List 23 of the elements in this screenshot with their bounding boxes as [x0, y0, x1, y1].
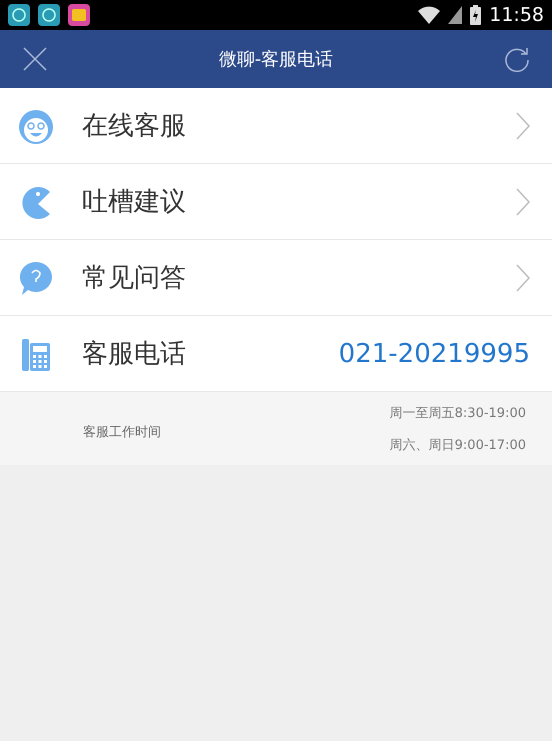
battery-icon [470, 5, 482, 25]
menu-item[interactable]: 在线客服 [0, 88, 552, 164]
item-label: 吐槽建议 [82, 186, 187, 219]
app-icon [8, 4, 30, 26]
menu-item[interactable]: 常见问答 [0, 240, 552, 316]
hours-text: 周一至周五8:30-19:00 [390, 404, 526, 422]
hours-text: 周六、周日9:00-17:00 [390, 436, 526, 454]
chevron-icon [516, 264, 530, 292]
clock: 11:58 [489, 4, 544, 26]
item-label: 常见问答 [82, 262, 187, 295]
hours-label: 客服工作时间 [83, 424, 162, 440]
item-label: 在线客服 [82, 110, 187, 143]
wifi-icon [418, 6, 440, 24]
menu-item[interactable]: 客服电话 021-20219995 [0, 316, 552, 392]
app-icon [68, 4, 90, 26]
signal-icon [448, 6, 462, 24]
menu-item[interactable]: 吐槽建议 [0, 164, 552, 240]
window-title: 微聊-客服电话 [218, 48, 334, 71]
item-label: 客服电话 [82, 338, 187, 371]
chevron-icon [516, 188, 530, 216]
chevron-icon [516, 112, 530, 140]
phone-number[interactable]: 021-20219995 [338, 338, 530, 368]
app-icon [38, 4, 60, 26]
